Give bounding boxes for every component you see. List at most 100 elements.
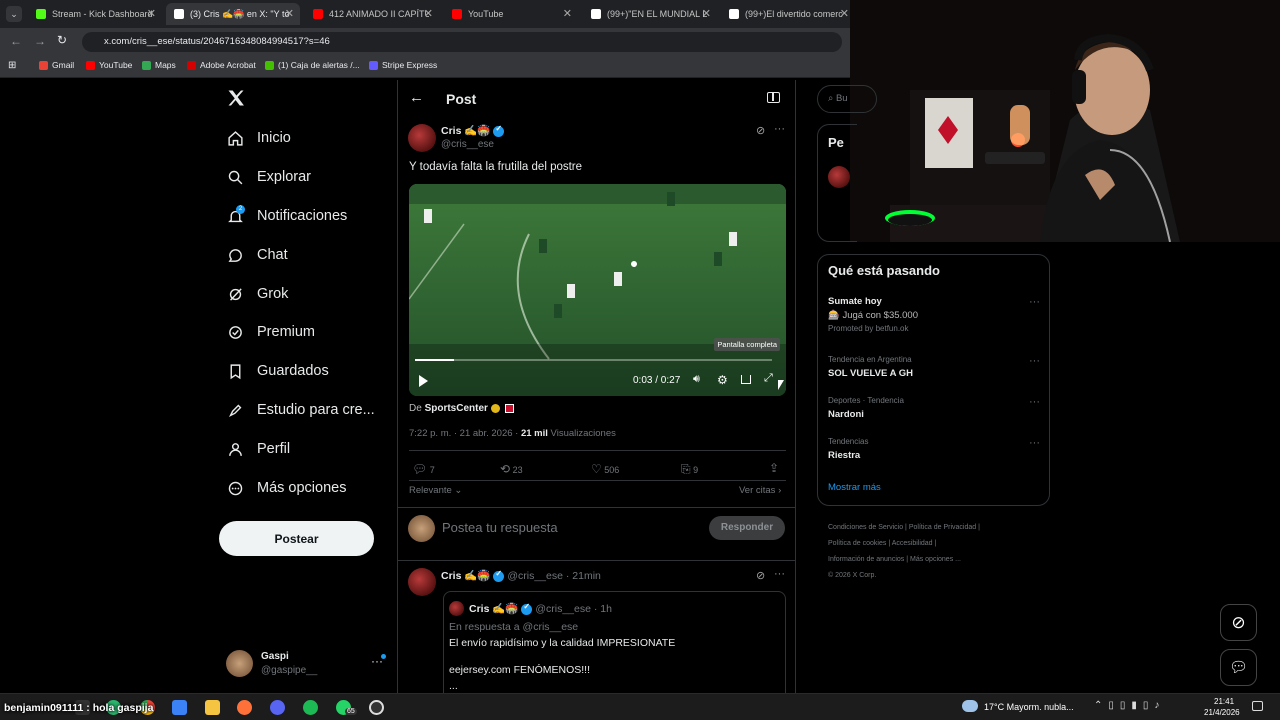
clock-time[interactable]: 21:41 (1214, 697, 1234, 706)
tab-close-icon[interactable]: ✕ (285, 7, 294, 20)
taskbar-store-icon[interactable] (172, 700, 187, 715)
footer-link[interactable]: Política de Privacidad (909, 524, 976, 531)
footer-link[interactable]: Política de cookies (828, 540, 886, 547)
tab-close-icon[interactable]: ✕ (147, 7, 156, 20)
bookmark-item[interactable]: Adobe Acrobat (187, 60, 256, 70)
footer-link[interactable]: Más opciones ... (910, 556, 961, 563)
author-name-row[interactable]: Cris ✍️🏟️ (441, 124, 505, 137)
nav-item[interactable]: Grok (226, 280, 288, 308)
back-arrow-icon[interactable]: ← (409, 89, 424, 106)
clock-date[interactable]: 21/4/2026 (1204, 708, 1240, 717)
nav-item[interactable]: Estudio para cre... (226, 396, 375, 424)
reply-grok-icon[interactable]: ⊘ (756, 569, 765, 582)
promo-item[interactable]: Sumate hoy 🎰 Jugá con $35.000 Promoted b… (828, 296, 1040, 340)
trend-more-icon[interactable]: ··· (1029, 355, 1040, 367)
trend-more-icon[interactable]: ··· (1029, 437, 1040, 449)
post-timestamp[interactable]: 7:22 p. m. · 21 abr. 2026 · (409, 428, 521, 439)
tab-close-icon[interactable]: ✕ (702, 7, 711, 20)
x-logo-icon[interactable] (226, 88, 248, 110)
grok-post-icon[interactable]: ⊘ (756, 124, 765, 137)
browser-tab[interactable]: (99+)"EN EL MUNDIAL LE ✕ (583, 3, 717, 25)
taskbar-discord-icon[interactable] (270, 700, 285, 715)
nav-item[interactable]: Perfil (226, 435, 290, 463)
reply-action[interactable]: 💬︎ 7 (412, 462, 435, 476)
footer-link[interactable]: Condiciones de Servicio (828, 524, 903, 531)
repost-action[interactable]: ⟲ 23 (500, 462, 523, 476)
taskbar-firefox-icon[interactable] (237, 700, 252, 715)
bookmark-item[interactable]: Maps (142, 60, 176, 70)
taskbar-explorer-icon[interactable] (205, 700, 220, 715)
footer-link[interactable]: Accesibilidad (892, 540, 933, 547)
browser-tab[interactable]: 412 ANIMADO II CAPÍTUL ✕ (305, 3, 439, 25)
nav-item-label: Perfil (257, 441, 291, 457)
play-icon[interactable] (419, 375, 428, 387)
grok-floating-button[interactable]: ⊘ (1220, 604, 1257, 641)
account-switcher[interactable]: Gaspi @gaspipe__ ··· (226, 648, 386, 682)
trend-item[interactable]: Tendencias Riestra ··· (828, 437, 1040, 461)
author-handle[interactable]: @cris__ese (441, 139, 494, 150)
tab-close-icon[interactable]: ✕ (840, 7, 849, 20)
notification-center-icon[interactable] (1252, 701, 1263, 711)
weather-text[interactable]: 17°C Mayorm. nubla... (984, 702, 1074, 712)
video-progress-track[interactable] (415, 359, 772, 361)
show-more-link[interactable]: Mostrar más (828, 482, 881, 493)
volume-icon[interactable]: 🔊︎ (693, 373, 700, 386)
taskbar-spotify-icon[interactable] (303, 700, 318, 715)
tray-icons[interactable]: ⌃▯▯▮▯♪ (1094, 700, 1165, 711)
messages-floating-button[interactable]: 💬︎ (1220, 649, 1257, 686)
browser-tab[interactable]: (99+)El divertido comerc ✕ (721, 3, 855, 25)
browser-tab[interactable]: Stream - Kick Dashboard ✕ (28, 3, 162, 25)
promo-more-icon[interactable]: ··· (1029, 296, 1040, 308)
bookmark-item[interactable]: Gmail (39, 60, 74, 70)
view-quotes-link[interactable]: Ver citas › (739, 485, 781, 496)
post-more-icon[interactable]: ··· (774, 123, 785, 135)
reader-icon[interactable] (767, 92, 780, 103)
nav-item[interactable]: Guardados (226, 357, 329, 385)
author-avatar[interactable] (408, 124, 436, 152)
reply-author-handle[interactable]: @cris__ese (507, 570, 563, 582)
trend-more-icon[interactable]: ··· (1029, 396, 1040, 408)
reply-button[interactable]: Responder (709, 516, 785, 540)
like-action[interactable]: ♡ 506 (591, 462, 619, 476)
bookmark-item[interactable]: YouTube (86, 60, 132, 70)
nav-item[interactable]: Premium (226, 318, 315, 346)
apps-grid-icon[interactable]: ⊞ (8, 60, 16, 71)
nav-item[interactable]: Explorar (226, 163, 311, 191)
bookmark-item[interactable]: (1) Caja de alertas /... (265, 60, 360, 70)
trend-item[interactable]: Deportes · Tendencia Nardoni ··· (828, 396, 1040, 420)
reply-author-avatar[interactable] (408, 568, 436, 596)
tab-close-icon[interactable]: ✕ (424, 7, 433, 20)
share-icon[interactable]: ⇪ (769, 461, 779, 475)
tab-close-icon[interactable]: ✕ (563, 7, 572, 20)
taskbar-obs-icon[interactable] (369, 700, 384, 715)
bookmark-item[interactable]: Stripe Express (369, 60, 437, 70)
quoted-post-card[interactable]: Cris ✍️🏟️ @cris__ese · 1h En respuesta a… (443, 591, 786, 693)
tab-list-button[interactable]: ⌄ (6, 6, 22, 22)
video-source-name[interactable]: SportsCenter (425, 403, 488, 414)
footer-link[interactable]: Información de anuncios (828, 556, 904, 563)
bookmark-action[interactable]: ⎘ 9 (681, 462, 698, 477)
browser-tab[interactable]: (3) Cris ✍️🏟️ en X: "Y tod ✕ (166, 3, 300, 25)
author-name[interactable]: Cris ✍️🏟️ (441, 125, 491, 137)
reply-time[interactable]: · 21min (566, 570, 601, 582)
search-input[interactable]: ⌕ Bu (817, 85, 877, 113)
post-button[interactable]: Postear (219, 521, 374, 556)
reload-icon[interactable]: ↻ (57, 33, 67, 47)
settings-icon[interactable]: ⚙ (717, 373, 728, 387)
nav-item[interactable]: Más opciones (226, 474, 346, 502)
browser-tab[interactable]: YouTube ✕ (444, 3, 578, 25)
forward-icon[interactable]: → (34, 34, 46, 48)
fullscreen-icon[interactable]: ⤢ (764, 372, 773, 385)
reply-author-name[interactable]: Cris ✍️🏟️ (441, 570, 491, 582)
url-input[interactable]: x.com/cris__ese/status/20467163480849945… (82, 32, 842, 52)
sort-dropdown[interactable]: Relevante ⌄ (409, 485, 462, 496)
reply-more-icon[interactable]: ··· (774, 568, 785, 580)
pip-icon[interactable] (741, 375, 751, 384)
nav-item[interactable]: Inicio (226, 124, 291, 152)
video-player[interactable]: Pantalla completa 0:03 / 0:27 🔊︎ ⚙ ⤢ (409, 184, 786, 396)
reply-input[interactable]: Postea tu respuesta (442, 520, 692, 535)
trend-item[interactable]: Tendencia en Argentina SOL VUELVE A GH ··· (828, 355, 1040, 379)
back-icon[interactable]: ← (10, 34, 22, 48)
nav-item[interactable]: Chat (226, 241, 288, 269)
nav-item[interactable]: 2 Notificaciones (226, 202, 347, 230)
